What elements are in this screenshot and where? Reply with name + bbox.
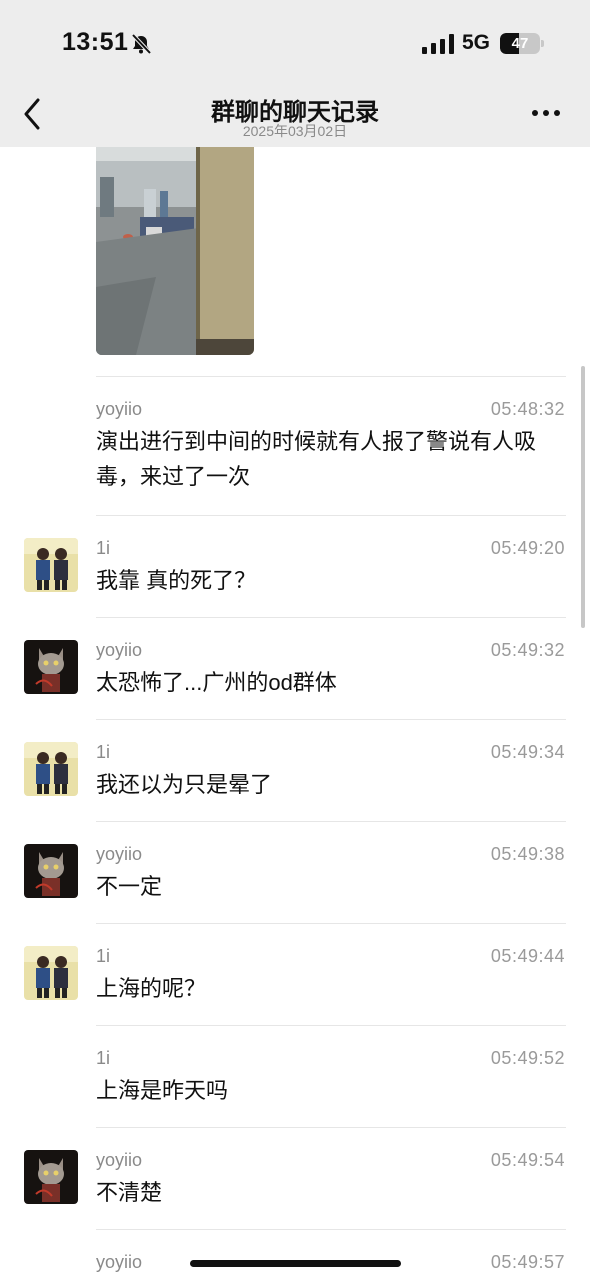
message-text: 上海的呢？ <box>96 976 207 1001</box>
message-time: 05:49:38 <box>490 844 565 864</box>
avatar[interactable] <box>24 844 78 898</box>
message-text: 上海是昨天吗 <box>96 1078 229 1103</box>
message-text: 我靠 真的死了？ <box>96 568 257 593</box>
message-sender: 1i <box>96 946 111 966</box>
silent-bell-icon <box>131 33 152 55</box>
message-row[interactable]: yoyiio 05:49:54 不清楚 <box>0 1127 590 1227</box>
message-time: 05:49:54 <box>490 1150 565 1170</box>
message-sender: 1i <box>96 742 111 762</box>
message-time: 05:49:20 <box>490 538 565 558</box>
home-indicator <box>190 1260 401 1267</box>
message-row[interactable]: 1i 05:49:52 上海是昨天吗 <box>0 1025 590 1125</box>
message-row[interactable]: 1i 05:49:34 我还以为只是晕了 <box>0 719 590 819</box>
message-text: 演出进行到中间的时候就有人报了警说有人吸毒，来过了一次 <box>96 429 537 489</box>
status-time: 13:51 <box>62 28 129 56</box>
more-options-icon[interactable] <box>532 110 562 118</box>
shared-photo[interactable] <box>96 147 254 355</box>
message-row[interactable]: yoyiio 05:49:32 太恐怖了...广州的od群体 <box>0 617 590 717</box>
message-row[interactable]: 1i 05:49:44 上海的呢？ <box>0 923 590 1023</box>
battery-level: 47 <box>511 35 529 52</box>
signal-icon <box>422 34 454 54</box>
message-row[interactable]: yoyiio 05:49:38 不一定 <box>0 821 590 921</box>
message-sender: yoyiio <box>96 1252 143 1272</box>
battery-nub <box>541 40 544 47</box>
avatar[interactable] <box>24 640 78 694</box>
message-time: 05:49:44 <box>490 946 565 966</box>
avatar[interactable] <box>24 538 78 592</box>
message-row[interactable]: yoyiio 05:48:32 演出进行到中间的时候就有人报了警说有人吸毒，来过… <box>0 376 590 489</box>
message-row[interactable]: 1i 05:49:20 我靠 真的死了？ <box>0 515 590 615</box>
scrollbar[interactable] <box>581 366 585 628</box>
message-time: 05:49:52 <box>490 1048 565 1068</box>
message-sender: yoyiio <box>96 844 143 864</box>
avatar[interactable] <box>24 1150 78 1204</box>
avatar[interactable] <box>24 742 78 796</box>
avatar[interactable] <box>24 946 78 1000</box>
message-sender: yoyiio <box>96 399 143 419</box>
message-sender: yoyiio <box>96 640 143 660</box>
top-bar: 13:51 5G 47 群聊的聊天记录 2025年03月02日 <box>0 0 590 147</box>
message-sender: yoyiio <box>96 1150 143 1170</box>
message-text: 我还以为只是晕了 <box>96 772 273 797</box>
message-time: 05:49:32 <box>490 640 565 660</box>
network-type: 5G <box>462 31 491 54</box>
message-sender: 1i <box>96 538 111 558</box>
message-text: 不清楚 <box>96 1180 163 1205</box>
battery-icon: 47 <box>500 33 540 54</box>
message-time: 05:49:34 <box>490 742 565 762</box>
message-row[interactable]: yoyiio 05:49:57 <box>0 1229 590 1280</box>
message-text: 不一定 <box>96 874 163 899</box>
message-time: 05:48:32 <box>490 399 565 419</box>
message-text: 太恐怖了...广州的od群体 <box>96 670 337 695</box>
page-subtitle: 2025年03月02日 <box>242 123 348 139</box>
message-sender: 1i <box>96 1048 111 1068</box>
message-time: 05:49:57 <box>490 1252 565 1272</box>
